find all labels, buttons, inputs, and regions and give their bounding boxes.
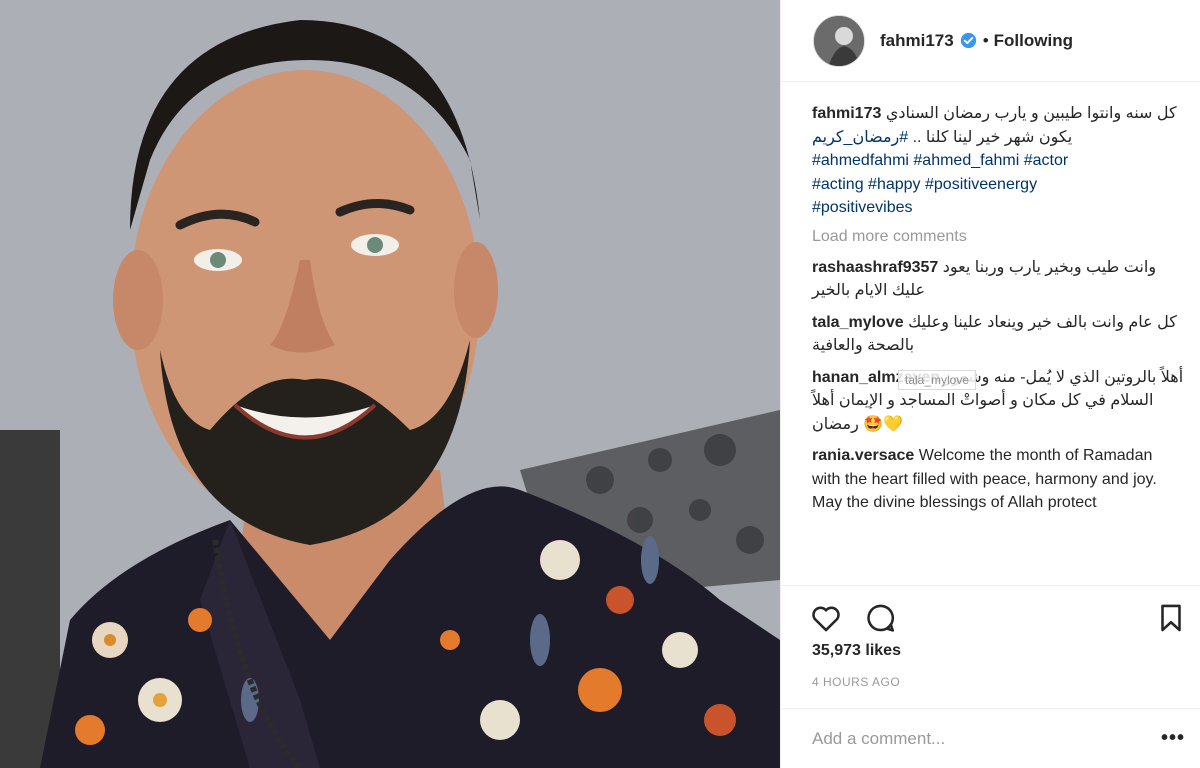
- hashtag[interactable]: #positiveenergy: [925, 176, 1037, 193]
- bookmark-icon[interactable]: [1154, 601, 1188, 635]
- verified-icon: [960, 32, 976, 49]
- separator-dot: •: [982, 30, 989, 50]
- comment-icon[interactable]: [863, 601, 897, 635]
- likes-count[interactable]: 35,973 likes: [812, 642, 901, 660]
- hashtag[interactable]: #acting: [812, 176, 864, 193]
- comment: tala_mylove كل عام وانت بالف خير وينعاد …: [812, 311, 1185, 358]
- caption-username[interactable]: fahmi173: [812, 105, 881, 122]
- post-timestamp: 4 HOURS AGO: [812, 675, 901, 689]
- comment: rania.versace Welcome the month of Ramad…: [812, 444, 1185, 515]
- hashtag[interactable]: #actor: [1024, 152, 1068, 169]
- comments-list[interactable]: fahmi173 كل سنه وانتوا طيبين و يارب رمضا…: [781, 92, 1200, 585]
- username-tooltip: tala_mylove: [898, 370, 977, 390]
- caption: fahmi173 كل سنه وانتوا طيبين و يارب رمضا…: [812, 102, 1185, 220]
- following-button[interactable]: Following: [994, 31, 1073, 51]
- caption-text: كل سنه وانتوا طيبين و يارب رمضان السنادي…: [885, 105, 1177, 146]
- more-options-button[interactable]: •••: [1161, 727, 1185, 750]
- comment: rashaashraf9357 وانت طيب وبخير يارب وربن…: [812, 256, 1185, 303]
- author-username[interactable]: fahmi173: [880, 31, 954, 51]
- hashtag[interactable]: #positivevibes: [812, 199, 913, 216]
- avatar-image: [814, 15, 864, 66]
- load-more-comments-button[interactable]: Load more comments: [812, 228, 1185, 246]
- comment-username[interactable]: rania.versace: [812, 447, 914, 464]
- selfie-illustration: [0, 0, 780, 768]
- add-comment-input[interactable]: [812, 728, 1161, 749]
- add-comment-bar: •••: [781, 708, 1200, 768]
- heart-icon[interactable]: [809, 601, 843, 635]
- post-details-panel: fahmi173 • Following fahmi173 كل سنه وان…: [780, 0, 1200, 768]
- post-photo[interactable]: [0, 0, 780, 768]
- comment-username[interactable]: rashaashraf9357: [812, 259, 938, 276]
- comment: hanan_almzayen أهلاً بالروتين الذي لا يُ…: [812, 366, 1185, 437]
- post-header: fahmi173 • Following: [781, 0, 1200, 82]
- avatar[interactable]: [813, 14, 865, 67]
- comment-username[interactable]: tala_mylove: [812, 314, 904, 331]
- hashtag[interactable]: #ahmed_fahmi: [913, 152, 1019, 169]
- hashtag[interactable]: #ahmedfahmi: [812, 152, 909, 169]
- hashtag[interactable]: #happy: [868, 176, 921, 193]
- action-bar: [781, 585, 1200, 647]
- hashtag[interactable]: #رمضان_كريم: [812, 129, 908, 146]
